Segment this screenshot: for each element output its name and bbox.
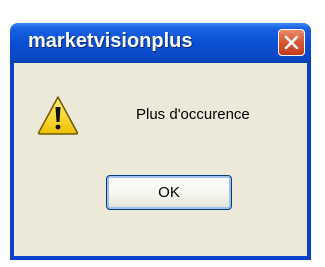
dialog-title: marketvisionplus bbox=[28, 30, 193, 52]
message-dialog: marketvisionplus Plus d'occurence OK bbox=[10, 23, 311, 260]
close-button[interactable] bbox=[278, 29, 305, 56]
dialog-body: Plus d'occurence OK bbox=[14, 63, 307, 256]
ok-button[interactable]: OK bbox=[106, 175, 232, 210]
warning-icon bbox=[37, 96, 79, 135]
title-bar[interactable]: marketvisionplus bbox=[10, 23, 311, 63]
dialog-message: Plus d'occurence bbox=[136, 106, 250, 123]
close-icon bbox=[284, 35, 299, 50]
